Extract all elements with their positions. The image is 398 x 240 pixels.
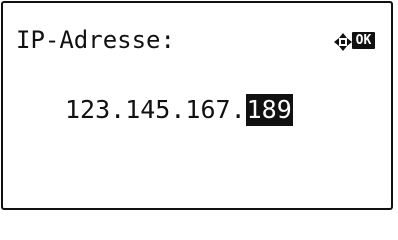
four-way-arrow-icon [334,33,352,51]
lcd-screen: IP-Adresse: OK 123.145.167. 189 [1,1,393,210]
screen-title: IP-Adresse: [16,26,175,54]
ok-key-indicator: OK [352,32,375,49]
ip-address-prefix: 123.145.167. [65,95,246,124]
ip-address-field[interactable]: 123.145.167. 189 [65,94,293,126]
ip-address-active-octet[interactable]: 189 [245,94,293,126]
